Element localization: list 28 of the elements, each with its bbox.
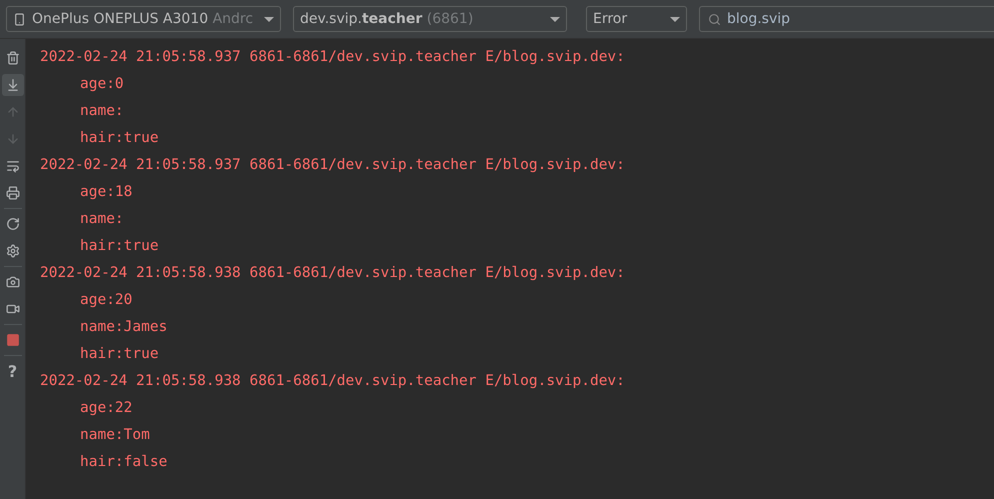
log-header: 2022-02-24 21:05:58.938 6861-6861/dev.svip.teacher E/blog.svip.dev:: [40, 372, 626, 391]
phone-icon: [13, 12, 26, 26]
log-header: 2022-02-24 21:05:58.938 6861-6861/dev.svip.teacher E/blog.svip.dev:: [40, 264, 626, 283]
help-button[interactable]: ?: [2, 360, 24, 382]
caret-icon: [550, 16, 560, 22]
search-input[interactable]: blog.svip: [727, 11, 986, 27]
log-line: name:James: [79, 318, 168, 337]
device-dropdown[interactable]: OnePlus ONEPLUS A3010 Andrc: [6, 6, 281, 32]
log-line: hair:true: [79, 345, 160, 364]
search-icon: [708, 12, 721, 26]
log-header: 2022-02-24 21:05:58.937 6861-6861/dev.svip.teacher E/blog.svip.dev:: [40, 156, 626, 175]
log-level-dropdown[interactable]: Error: [586, 6, 687, 32]
log-line: hair:true: [79, 129, 160, 148]
log-line: hair:true: [79, 237, 160, 256]
search-field[interactable]: blog.svip: [699, 6, 994, 32]
scroll-to-end-icon[interactable]: [2, 74, 24, 96]
log-line: hair:false: [79, 453, 168, 472]
log-line: name:: [79, 102, 125, 121]
log-line: name:Tom: [79, 426, 151, 445]
caret-icon: [264, 16, 274, 22]
log-line: name:: [79, 210, 125, 229]
process-dropdown[interactable]: dev.svip.teacher (6861): [293, 6, 567, 32]
log-line: age:20: [79, 291, 134, 310]
log-header: 2022-02-24 21:05:58.937 6861-6861/dev.svip.teacher E/blog.svip.dev:: [40, 48, 626, 67]
caret-icon: [670, 16, 680, 22]
log-line: age:22: [79, 399, 134, 418]
log-line: age:0: [79, 75, 125, 94]
log-line: age:18: [79, 183, 134, 202]
